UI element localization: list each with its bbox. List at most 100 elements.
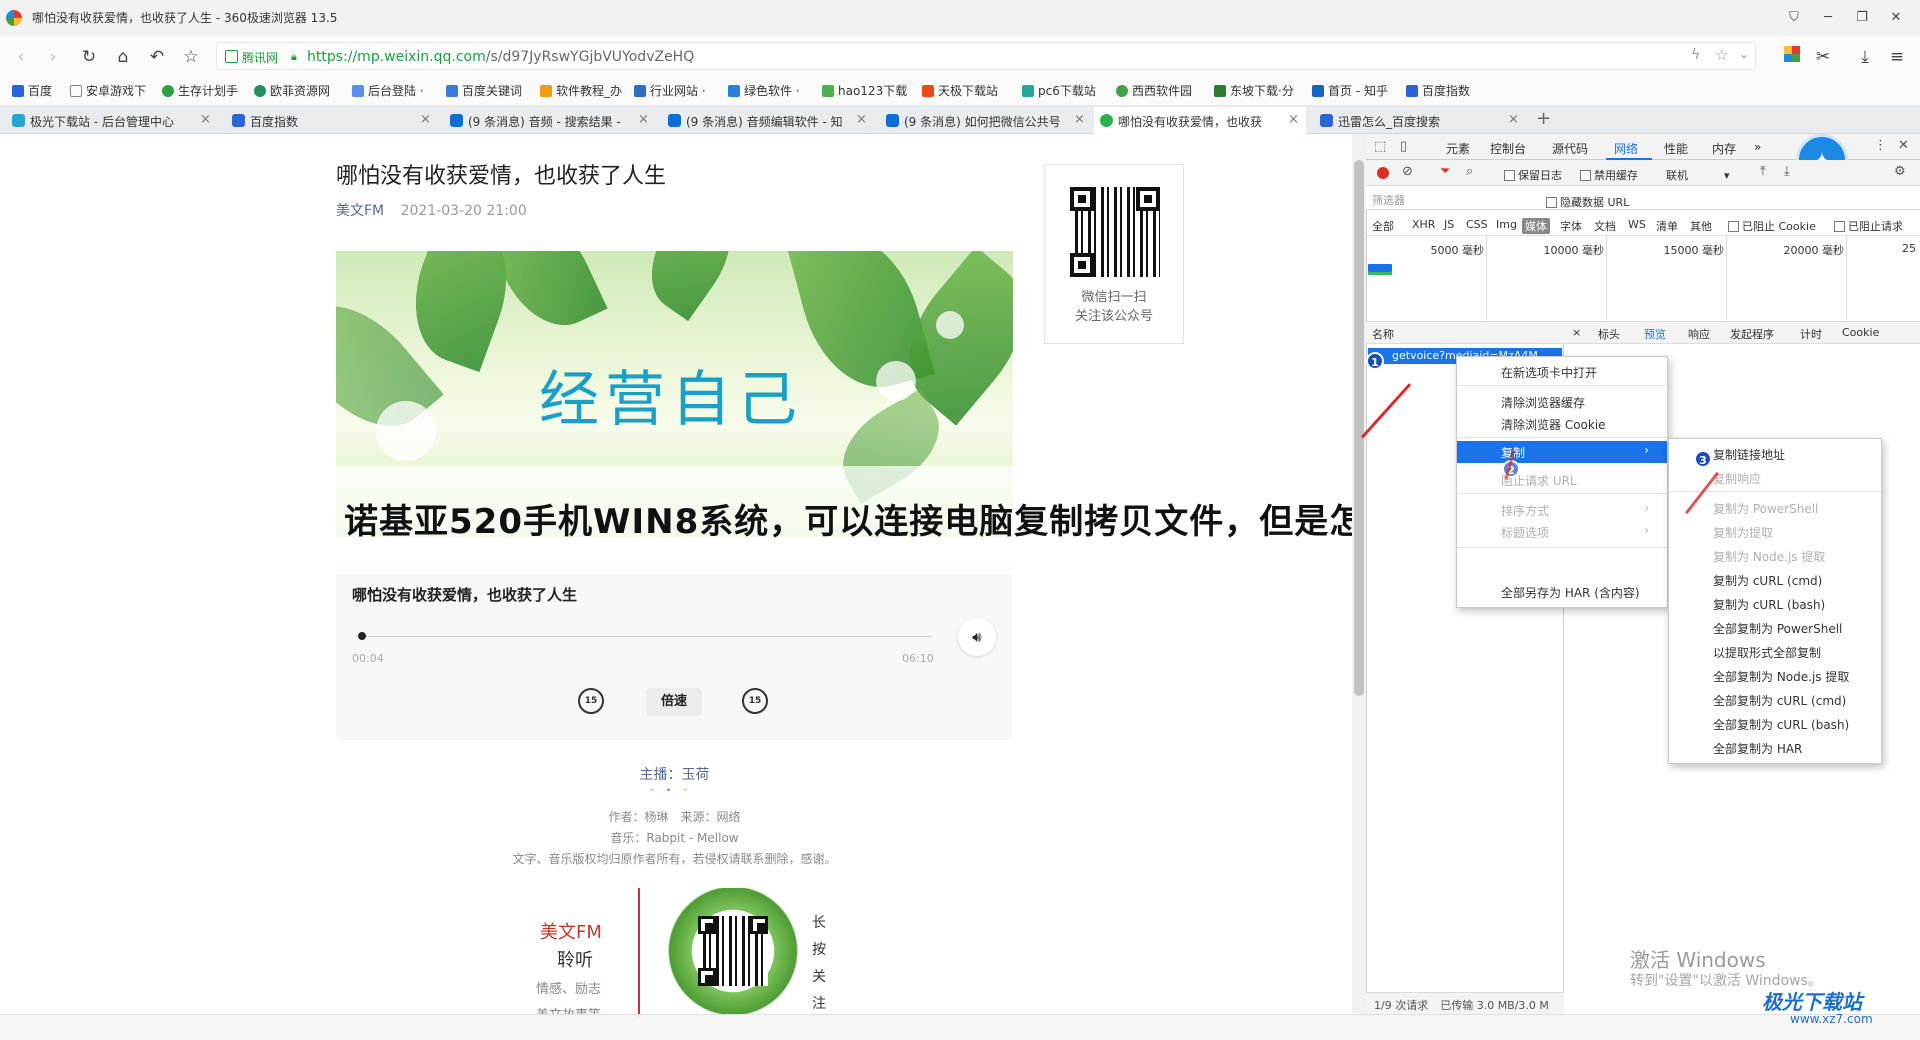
type-filter-media[interactable]: 媒体 [1522,218,1550,234]
settings-gear-icon[interactable]: ⚙ [1894,164,1906,179]
type-filter[interactable]: Img [1496,218,1517,231]
blocked-cookies-checkbox[interactable]: 已阻止 Cookie [1728,218,1816,234]
devtools-tab[interactable]: 内存 [1712,140,1736,157]
submenu-item[interactable]: 复制为 cURL (bash) [1669,593,1881,615]
new-tab-button[interactable]: + [1536,108,1551,129]
close-window-button[interactable]: ✕ [1886,8,1906,28]
tab-close-icon[interactable]: × [1508,112,1519,127]
skip-forward-button[interactable]: 15 [742,688,768,714]
detail-tab[interactable]: 响应 [1688,326,1710,342]
menu-item[interactable]: 清除浏览器 Cookie [1457,413,1667,435]
bookmark-item[interactable]: 安卓游戏下 [70,82,146,99]
close-detail-icon[interactable]: × [1572,326,1581,339]
submenu-item[interactable]: 全部复制为 cURL (cmd) [1669,689,1881,711]
minimize-button[interactable]: ─ [1818,8,1838,28]
tab-close-icon[interactable]: × [200,112,211,127]
menu-item-copy[interactable]: 复制› [1457,441,1667,463]
type-filter[interactable]: WS [1628,218,1646,231]
type-filter[interactable]: JS [1444,218,1454,231]
blocked-requests-checkbox[interactable]: 已阻止请求 [1834,218,1903,234]
detail-tab[interactable]: Cookie [1842,326,1879,339]
lightning-icon[interactable]: ϟ [1691,47,1700,63]
favorite-star-icon[interactable]: ☆ [180,46,202,68]
bookmark-item[interactable]: 行业网站 · [634,82,706,99]
bookmark-item[interactable]: 天极下载站 [922,82,998,99]
tab-close-icon[interactable]: × [1074,112,1085,127]
skip-back-button[interactable]: 15 [578,688,604,714]
detail-tab[interactable]: 标头 [1598,326,1620,342]
type-filter[interactable]: 其他 [1690,218,1712,234]
export-icon[interactable]: ⤓ [1784,164,1790,179]
detail-tab-preview[interactable]: 预览 [1644,326,1666,342]
detail-tab[interactable]: 发起程序 [1730,326,1774,342]
address-bar[interactable]: 腾讯网 🔒︎ https://mp.weixin.qq.com/s/d97JyR… [216,42,1756,70]
menu-item[interactable]: 在新选项卡中打开 [1457,361,1667,383]
submenu-item[interactable]: 全部复制为 HAR [1669,737,1881,759]
menu-item-save-har[interactable]: 全部另存为 HAR (含内容) [1457,581,1667,603]
forward-button[interactable]: › [42,46,64,68]
bookmark-star-icon[interactable]: ☆ [1715,46,1728,64]
devtools-tab[interactable]: 控制台 [1490,140,1526,157]
bookmark-item[interactable]: pc6下载站 [1022,82,1096,99]
speed-button[interactable]: 倍速 [646,688,702,716]
submenu-item[interactable]: 以提取形式全部复制 [1669,641,1881,663]
name-column-header[interactable]: 名称 [1366,322,1564,344]
restore-button[interactable]: ❐ [1852,8,1872,28]
bookmark-item[interactable]: 百度指数 [1406,82,1470,99]
bookmark-item[interactable]: 东坡下载·分 [1214,82,1294,99]
bookmark-item[interactable]: 百度 [12,82,52,99]
download-icon[interactable]: ⤓ [1854,46,1876,68]
bookmark-item[interactable]: 后台登陆 · [352,82,424,99]
bookmark-item[interactable]: 首页 - 知乎 [1312,82,1388,99]
url-text[interactable]: https://mp.weixin.qq.com/s/d97JyRswYGjbV… [307,49,694,65]
devtools-tab[interactable]: 性能 [1664,140,1688,157]
bookmark-item[interactable]: 欧菲资源网 [254,82,330,99]
inspect-icon[interactable]: ⬚ [1374,139,1386,154]
tab-close-icon[interactable]: × [638,112,649,127]
devtools-tab[interactable]: 元素 [1446,140,1470,157]
bookmark-item[interactable]: 软件教程_办 [540,82,622,99]
reload-button[interactable]: ↻ [78,46,100,68]
close-devtools-icon[interactable]: ✕ [1898,138,1909,153]
tab-item[interactable]: 百度指数 × [226,107,436,134]
filter-input[interactable]: 筛选器 [1370,190,1532,208]
record-icon[interactable] [1377,167,1389,179]
tab-item[interactable]: (9 条消息) 音频编辑软件 - 知 × [662,107,872,134]
devtools-tab[interactable]: 源代码 [1552,140,1588,157]
type-filter[interactable]: 文档 [1594,218,1616,234]
tab-item[interactable]: (9 条消息) 如何把微信公共号 × [880,107,1090,134]
submenu-item[interactable]: 全部复制为 cURL (bash) [1669,713,1881,735]
type-filter[interactable]: 字体 [1560,218,1582,234]
undo-close-button[interactable]: ↶ [146,46,168,68]
tab-item[interactable]: (9 条消息) 音频 - 搜索结果 - × [444,107,654,134]
shirt-skin-icon[interactable]: ⛉ [1784,8,1804,28]
submenu-item[interactable]: 全部复制为 PowerShell [1669,617,1881,639]
tab-active[interactable]: 哪怕没有收获爱情，也收获 × [1094,107,1306,134]
volume-icon[interactable]: 🔊︎ [958,618,996,656]
hide-data-url-checkbox[interactable]: 隐藏数据 URL [1546,194,1629,210]
back-button[interactable]: ‹ [10,46,32,68]
progress-track[interactable] [356,636,932,637]
filter-icon[interactable]: ⏷ [1440,164,1450,179]
bookmark-item[interactable]: 生存计划手 [162,82,238,99]
more-options-icon[interactable]: ⋮ [1874,138,1887,153]
devtools-tab-network[interactable]: 网络 [1614,140,1638,157]
throttle-select[interactable]: 联机 ▾ [1666,167,1730,183]
scissors-icon[interactable]: ✂ [1812,46,1834,68]
import-icon[interactable]: ⤒ [1760,164,1766,179]
bookmark-item[interactable]: 百度关键词 [446,82,522,99]
bookmark-item[interactable]: 西西软件园 [1116,82,1192,99]
tab-item[interactable]: 迅雷怎么_百度搜索 × [1314,107,1524,134]
home-button[interactable]: ⌂ [112,46,134,68]
bookmark-item[interactable]: 绿色软件 · [728,82,800,99]
type-filter[interactable]: 全部 [1372,218,1394,234]
type-filter[interactable]: XHR [1412,218,1435,231]
devtools-tab-more[interactable]: » [1754,140,1761,154]
type-filter[interactable]: CSS [1466,218,1488,231]
type-filter[interactable]: 清单 [1656,218,1678,234]
article-source-link[interactable]: 美文FM [336,203,384,219]
chevron-down-icon[interactable]: ⌄ [1739,47,1749,61]
tab-close-icon[interactable]: × [420,112,431,127]
clear-icon[interactable]: ⊘ [1402,164,1413,179]
apps-icon[interactable] [1784,46,1800,62]
